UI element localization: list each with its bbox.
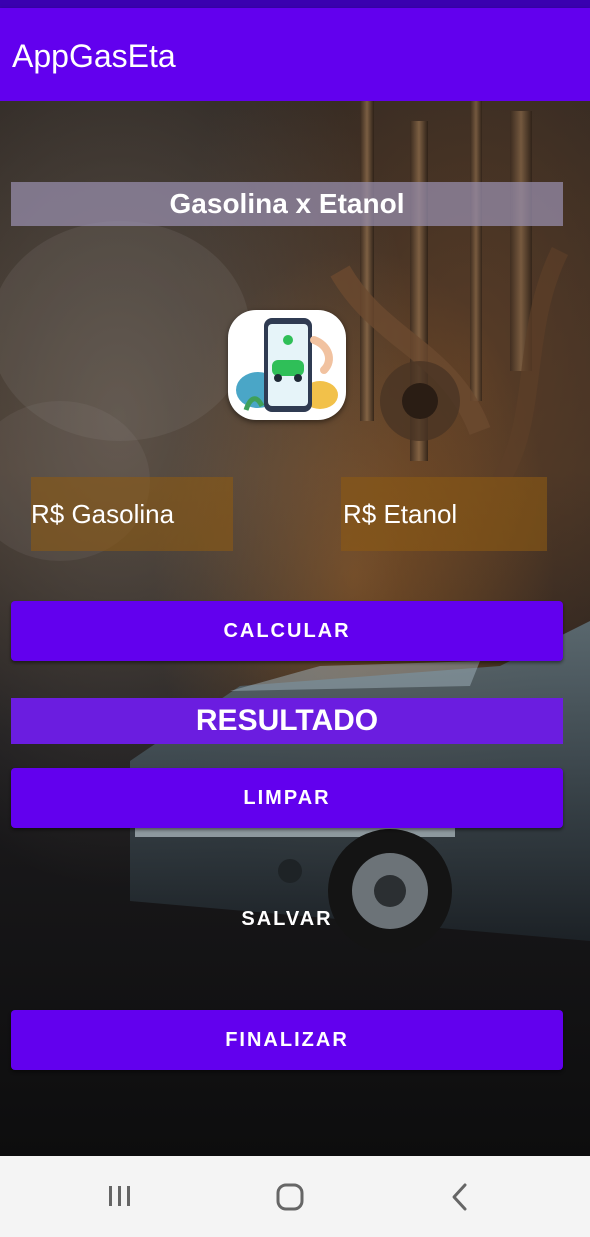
- app-title: AppGasEta: [12, 38, 176, 74]
- app-logo-icon: [228, 310, 346, 420]
- status-bar: [0, 0, 590, 8]
- page-title: Gasolina x Etanol: [11, 182, 563, 226]
- recent-apps-icon[interactable]: [106, 1182, 134, 1210]
- back-icon[interactable]: [448, 1182, 472, 1212]
- calcular-button[interactable]: CALCULAR: [11, 601, 563, 661]
- etanol-price-input[interactable]: [341, 477, 547, 551]
- main-content: Gasolina x Etanol CALCULAR RESULTADO LIM…: [0, 101, 590, 1156]
- gasolina-price-input[interactable]: [31, 477, 233, 551]
- finalizar-button[interactable]: FINALIZAR: [11, 1010, 563, 1070]
- app-bar: AppGasEta: [0, 8, 590, 101]
- salvar-button[interactable]: SALVAR: [11, 889, 563, 949]
- limpar-button[interactable]: LIMPAR: [11, 768, 563, 828]
- system-nav-bar: [0, 1156, 590, 1237]
- result-label: RESULTADO: [11, 698, 563, 744]
- home-icon[interactable]: [275, 1182, 305, 1212]
